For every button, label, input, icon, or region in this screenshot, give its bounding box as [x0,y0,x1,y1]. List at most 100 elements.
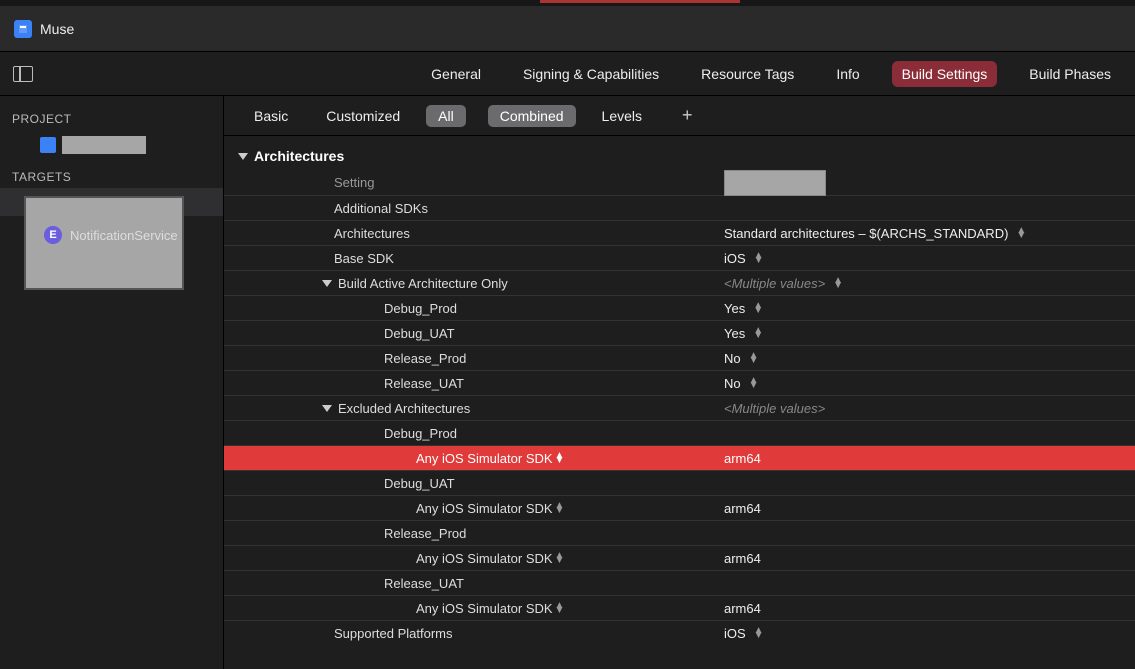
sdk-label: Any iOS Simulator SDK ▲▼ [224,501,724,516]
setting-label: Build Active Architecture Only [224,276,724,291]
setting-label-text: Build Active Architecture Only [338,276,508,291]
config-label: Release_UAT [224,576,724,591]
stepper-icon: ▲▼ [753,303,763,313]
titlebar: Muse [0,6,1135,52]
stepper-icon: ▲▼ [555,503,565,513]
setting-value-text: <Multiple values> [724,276,825,291]
editor-tabbar: General Signing & Capabilities Resource … [0,52,1135,96]
sdk-value[interactable]: arm64 [724,601,1135,616]
tab-build-phases[interactable]: Build Phases [1019,61,1121,87]
setting-label: Architectures [224,226,724,241]
config-value[interactable]: Yes ▲▼ [724,326,1135,341]
view-segment: Combined Levels [488,105,654,127]
project-row[interactable] [36,134,211,156]
setting-value-text: Standard architectures – $(ARCHS_STANDAR… [724,226,1008,241]
sdk-value[interactable]: arm64 [724,451,1135,466]
project-file-icon [40,137,56,153]
excluded-debug-uat-sdk[interactable]: Any iOS Simulator SDK ▲▼ arm64 [224,495,1135,520]
config-value[interactable]: Yes ▲▼ [724,301,1135,316]
config-debug-uat[interactable]: Debug_UAT Yes ▲▼ [224,320,1135,345]
tab-signing[interactable]: Signing & Capabilities [513,61,669,87]
filter-combined[interactable]: Combined [488,105,576,127]
tab-info[interactable]: Info [826,61,869,87]
stepper-icon: ▲▼ [555,453,565,463]
config-label: Release_Prod [224,526,724,541]
project-name-redacted [62,136,146,154]
excluded-debug-prod-sdk[interactable]: Any iOS Simulator SDK ▲▼ arm64 [224,445,1135,470]
setting-label: Additional SDKs [224,201,724,216]
main-split: PROJECT TARGETS E NotificationService Ba… [0,96,1135,669]
setting-value-text: iOS [724,251,746,266]
excluded-debug-prod[interactable]: Debug_Prod [224,420,1135,445]
sdk-label-text: Any iOS Simulator SDK [416,451,553,466]
filter-levels[interactable]: Levels [590,105,654,127]
excluded-release-uat-sdk[interactable]: Any iOS Simulator SDK ▲▼ arm64 [224,595,1135,620]
setting-value[interactable]: <Multiple values> ▲▼ [724,276,1135,291]
config-value-text: Yes [724,326,745,341]
filter-all[interactable]: All [426,105,466,127]
extension-badge-icon: E [44,226,62,244]
setting-label-text: Excluded Architectures [338,401,470,416]
settings-content: Basic Customized All Combined Levels + A… [224,96,1135,669]
setting-supported-platforms[interactable]: Supported Platforms iOS ▲▼ [224,620,1135,645]
config-label: Release_UAT [224,376,724,391]
target-selected-row[interactable] [0,188,223,216]
stepper-icon: ▲▼ [754,628,764,638]
setting-additional-sdks[interactable]: Additional SDKs [224,195,1135,220]
top-error-indicator [540,0,740,3]
target-label: NotificationService [70,228,178,243]
sdk-label-text: Any iOS Simulator SDK [416,551,553,566]
setting-value[interactable]: iOS ▲▼ [724,626,1135,641]
setting-value[interactable]: iOS ▲▼ [724,251,1135,266]
sdk-label-text: Any iOS Simulator SDK [416,501,553,516]
config-value[interactable]: No ▲▼ [724,376,1135,391]
config-release-uat[interactable]: Release_UAT No ▲▼ [224,370,1135,395]
stepper-icon: ▲▼ [753,328,763,338]
stepper-icon: ▲▼ [833,278,843,288]
targets-section-label: TARGETS [12,170,211,184]
excluded-release-prod[interactable]: Release_Prod [224,520,1135,545]
target-notificationservice[interactable]: E NotificationService [36,222,211,248]
filter-basic[interactable]: Basic [242,105,300,127]
column-header-row: Setting [224,170,1135,195]
setting-column-label: Setting [224,175,724,190]
tabbar-left [0,66,46,82]
stepper-icon: ▲▼ [555,603,565,613]
config-label: Debug_Prod [224,301,724,316]
tab-general[interactable]: General [421,61,491,87]
setting-excluded-arch[interactable]: Excluded Architectures <Multiple values> [224,395,1135,420]
sdk-value[interactable]: arm64 [724,501,1135,516]
config-release-prod[interactable]: Release_Prod No ▲▼ [224,345,1135,370]
config-debug-prod[interactable]: Debug_Prod Yes ▲▼ [224,295,1135,320]
config-label: Debug_Prod [224,426,724,441]
stepper-icon: ▲▼ [555,553,565,563]
sidebar: PROJECT TARGETS E NotificationService [0,96,224,669]
sidebar-toggle-icon[interactable] [13,66,33,82]
tab-resource-tags[interactable]: Resource Tags [691,61,804,87]
setting-architectures[interactable]: Architectures Standard architectures – $… [224,220,1135,245]
project-title: Muse [40,21,74,37]
setting-value[interactable]: <Multiple values> [724,401,1135,416]
config-value[interactable]: No ▲▼ [724,351,1135,366]
stepper-icon: ▲▼ [1016,228,1026,238]
setting-base-sdk[interactable]: Base SDK iOS ▲▼ [224,245,1135,270]
excluded-debug-uat[interactable]: Debug_UAT [224,470,1135,495]
section-architectures[interactable]: Architectures [224,136,1135,170]
sdk-label-text: Any iOS Simulator SDK [416,601,553,616]
sdk-value[interactable]: arm64 [724,551,1135,566]
config-label: Debug_UAT [224,476,724,491]
editor-tabs: General Signing & Capabilities Resource … [421,61,1135,87]
tab-build-settings[interactable]: Build Settings [892,61,998,87]
setting-build-active-arch[interactable]: Build Active Architecture Only <Multiple… [224,270,1135,295]
filter-customized[interactable]: Customized [314,105,412,127]
add-setting-button[interactable]: + [682,105,693,126]
excluded-release-uat[interactable]: Release_UAT [224,570,1135,595]
setting-value[interactable]: Standard architectures – $(ARCHS_STANDAR… [724,226,1135,241]
setting-value-text: iOS [724,626,746,641]
scope-segment: Basic Customized All [242,105,466,127]
sdk-label: Any iOS Simulator SDK ▲▼ [224,601,724,616]
setting-label: Excluded Architectures [224,401,724,416]
excluded-release-prod-sdk[interactable]: Any iOS Simulator SDK ▲▼ arm64 [224,545,1135,570]
project-section-label: PROJECT [12,112,211,126]
sdk-label: Any iOS Simulator SDK ▲▼ [224,451,724,466]
